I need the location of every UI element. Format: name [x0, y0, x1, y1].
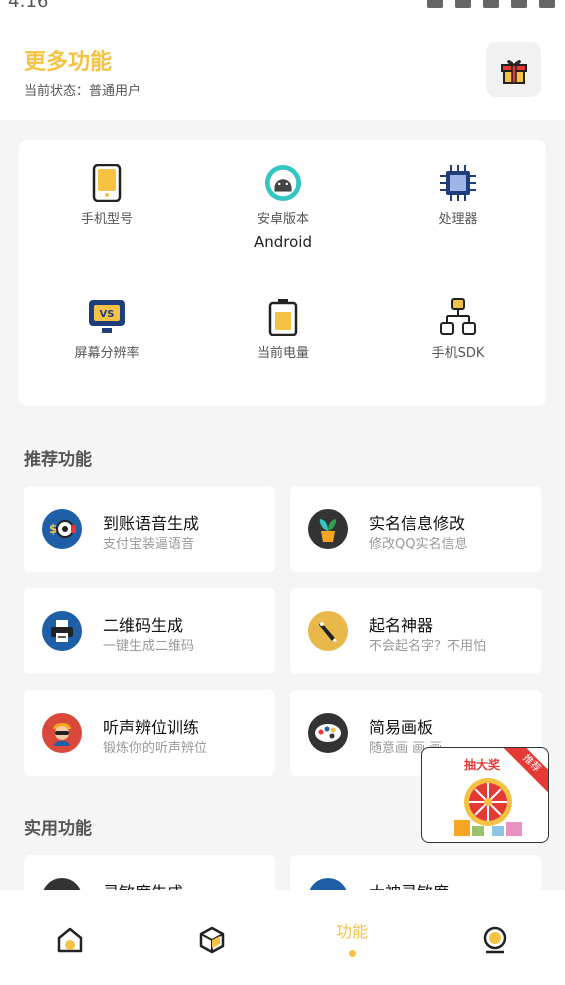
battery-icon — [539, 0, 555, 8]
info-android-version: 安卓版本 Android — [195, 164, 371, 251]
feature-card-realname[interactable]: 实名信息修改 修改QQ实名信息 — [290, 486, 541, 572]
battery-level-icon — [268, 299, 298, 336]
profile-icon — [483, 926, 507, 954]
nav-discover[interactable] — [192, 920, 232, 960]
user-status: 当前状态：普通用户 — [24, 84, 142, 99]
mute-icon — [427, 0, 443, 8]
gift-icon — [500, 59, 527, 84]
home-icon — [57, 927, 83, 953]
info-processor: 处理器 — [370, 164, 546, 227]
coin-megaphone-icon: $ — [42, 509, 82, 549]
feature-subtitle: 不会起名字？不用怕 — [369, 639, 487, 654]
feature-card-qrcode[interactable]: 二维码生成 一键生成二维码 — [24, 588, 275, 674]
feature-title: 实名信息修改 — [369, 514, 466, 533]
page-title: 更多功能 — [24, 50, 113, 75]
status-time: 4:16 — [8, 0, 49, 12]
ad-title: 抽大奖 — [464, 758, 501, 772]
info-label: 手机SDK — [431, 346, 485, 361]
monitor-icon: VS — [89, 300, 125, 333]
android-icon — [264, 164, 302, 202]
feature-title: 听声辨位训练 — [103, 718, 200, 737]
pen-icon — [308, 611, 348, 651]
info-resolution: VS 屏幕分辨率 — [19, 298, 195, 361]
nav-features-label[interactable]: 功能 — [336, 918, 368, 942]
bottom-navigation: 功能 — [0, 890, 565, 985]
svg-text:VS: VS — [100, 309, 115, 320]
lottery-ad[interactable]: 抽大奖 推荐 — [421, 747, 549, 843]
soldier-icon — [42, 713, 82, 753]
feature-subtitle: 修改QQ实名信息 — [369, 537, 468, 552]
cpu-icon — [440, 165, 476, 201]
info-label: 安卓版本 — [256, 212, 309, 227]
feature-title: 简易画板 — [369, 718, 434, 737]
status-icons — [427, 0, 555, 8]
feature-card-sound-training[interactable]: 听声辨位训练 锻炼你的听声辨位 — [24, 690, 275, 776]
info-label: 当前电量 — [256, 346, 309, 361]
plant-pot-icon — [308, 509, 348, 549]
cube-icon — [199, 926, 225, 954]
section-title-utility: 实用功能 — [24, 819, 92, 839]
feature-card-naming[interactable]: 起名神器 不会起名字？不用怕 — [290, 588, 541, 674]
feature-title: 二维码生成 — [103, 616, 184, 635]
feature-subtitle: 支付宝装逼语音 — [103, 537, 195, 552]
dnd-icon — [455, 0, 471, 8]
device-info-card: 手机型号 安卓版本 Android 处理器 VS 屏幕分辨率 当前电量 手机SD… — [19, 140, 546, 406]
feature-subtitle: 一键生成二维码 — [103, 639, 195, 654]
signal-icon — [511, 0, 527, 8]
nav-active-indicator — [349, 950, 356, 957]
info-battery: 当前电量 — [195, 298, 371, 361]
status-bar: 4:16 — [0, 0, 565, 22]
phone-icon — [92, 164, 122, 202]
info-sdk: 手机SDK — [370, 298, 546, 361]
info-label: 手机型号 — [80, 212, 133, 227]
sitemap-icon — [440, 298, 476, 335]
printer-icon — [42, 611, 82, 651]
feature-title: 起名神器 — [369, 616, 434, 635]
wifi-icon — [483, 0, 499, 8]
info-label: 屏幕分辨率 — [74, 346, 140, 361]
info-phone-model: 手机型号 — [19, 164, 195, 227]
info-value: Android — [254, 233, 312, 251]
feature-title: 到账语音生成 — [103, 514, 200, 533]
gift-button[interactable] — [486, 42, 541, 97]
palette-icon — [308, 713, 348, 753]
nav-home[interactable] — [50, 920, 90, 960]
page-header: 更多功能 当前状态：普通用户 — [0, 22, 565, 120]
prize-wheel-icon — [454, 778, 522, 836]
info-label: 处理器 — [438, 212, 478, 227]
feature-card-voice[interactable]: $ 到账语音生成 支付宝装逼语音 — [24, 486, 275, 572]
nav-profile[interactable] — [475, 920, 515, 960]
feature-subtitle: 锻炼你的听声辨位 — [103, 741, 208, 756]
section-title-recommended: 推荐功能 — [24, 450, 92, 470]
